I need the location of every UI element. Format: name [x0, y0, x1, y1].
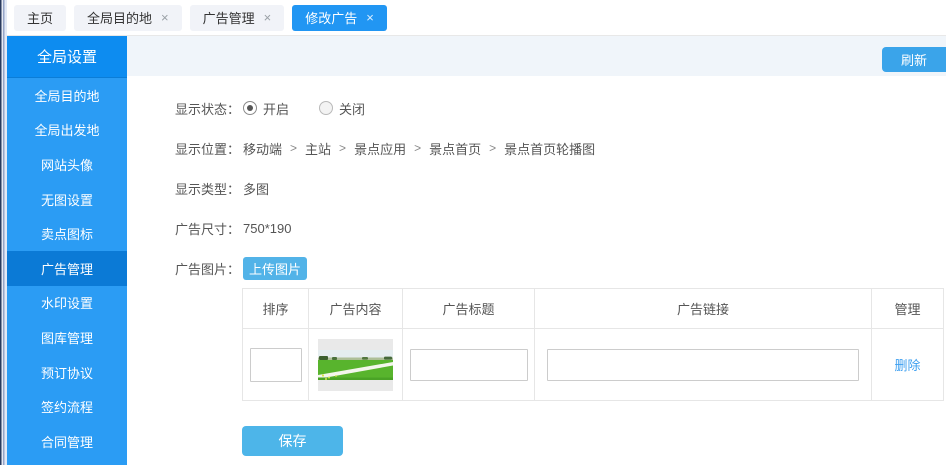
ad-items-table: 排序 广告内容 广告标题 广告链接 管理 [242, 288, 944, 401]
ad-link-input[interactable] [547, 349, 859, 381]
column-header-sort: 排序 [243, 289, 309, 329]
sidebar-item-global-destination[interactable]: 全局目的地 [7, 78, 127, 113]
sidebar-item-booking-agreement[interactable]: 预订协议 [7, 355, 127, 390]
edit-ad-form: 显示状态： 开启 关闭 显 [127, 76, 946, 456]
table-header-row: 排序 广告内容 广告标题 广告链接 管理 [243, 289, 944, 329]
radio-status-off[interactable]: 关闭 [319, 99, 365, 118]
grass-field-image [318, 350, 393, 380]
sidebar-item-global-departure[interactable]: 全局出发地 [7, 113, 127, 148]
sidebar-item-sellpoint-icons[interactable]: 卖点图标 [7, 216, 127, 251]
radio-selected-icon[interactable] [243, 101, 257, 115]
delete-link[interactable]: 删除 [894, 358, 920, 373]
table-row: 删除 [243, 329, 944, 401]
sort-input[interactable] [250, 348, 302, 382]
close-icon[interactable]: × [366, 11, 374, 24]
image-label: 广告图片： [175, 259, 243, 278]
breadcrumb-item: 景点首页 [429, 139, 481, 158]
tab-home[interactable]: 主页 [14, 5, 66, 31]
type-label: 显示类型： [175, 179, 243, 198]
column-header-title: 广告标题 [403, 289, 535, 329]
ad-thumbnail[interactable] [318, 339, 393, 391]
form-row-image: 广告图片： 上传图片 [175, 248, 946, 288]
type-value: 多图 [243, 179, 269, 198]
column-header-manage: 管理 [872, 289, 944, 329]
tab-label: 主页 [27, 8, 53, 27]
column-header-link: 广告链接 [535, 289, 872, 329]
sidebar-item-gallery-management[interactable]: 图库管理 [7, 320, 127, 355]
size-label: 广告尺寸： [175, 219, 243, 238]
form-row-status: 显示状态： 开启 关闭 [175, 88, 946, 128]
tab-label: 广告管理 [203, 8, 255, 27]
radio-label: 关闭 [339, 99, 365, 118]
sidebar-item-noimage-settings[interactable]: 无图设置 [7, 182, 127, 217]
chevron-separator: > [339, 141, 346, 155]
chevron-separator: > [489, 141, 496, 155]
app-window: 主页 全局目的地 × 广告管理 × 修改广告 × 全局设置 全局目的地 全局出发… [0, 0, 946, 465]
page-body: 全局设置 全局目的地 全局出发地 网站头像 无图设置 卖点图标 广告管理 水印设… [7, 36, 946, 465]
sidebar-item-site-avatar[interactable]: 网站头像 [7, 147, 127, 182]
column-header-content: 广告内容 [309, 289, 403, 329]
form-row-type: 显示类型： 多图 [175, 168, 946, 208]
breadcrumb-item: 景点应用 [354, 139, 406, 158]
breadcrumb-item: 移动端 [243, 139, 282, 158]
window-edge-strip [0, 0, 7, 465]
breadcrumb: 移动端 > 主站 > 景点应用 > 景点首页 > 景点首页轮播图 [243, 139, 595, 158]
sidebar-header: 全局设置 [7, 36, 127, 78]
ad-title-input[interactable] [410, 349, 528, 381]
radio-unselected-icon[interactable] [319, 101, 333, 115]
content-area: 刷新 显示状态： 开启 关闭 [127, 36, 946, 465]
sidebar-item-watermark-settings[interactable]: 水印设置 [7, 286, 127, 321]
form-row-size: 广告尺寸： 750*190 [175, 208, 946, 248]
upload-image-button[interactable]: 上传图片 [243, 257, 307, 280]
radio-label: 开启 [263, 99, 289, 118]
breadcrumb-item: 景点首页轮播图 [504, 139, 595, 158]
tab-bar: 主页 全局目的地 × 广告管理 × 修改广告 × [7, 0, 946, 36]
close-icon[interactable]: × [264, 11, 272, 24]
sidebar: 全局设置 全局目的地 全局出发地 网站头像 无图设置 卖点图标 广告管理 水印设… [7, 36, 127, 465]
save-button[interactable]: 保存 [242, 426, 343, 456]
content-header-band: 刷新 [127, 36, 946, 76]
chevron-separator: > [414, 141, 421, 155]
tab-edit-ad[interactable]: 修改广告 × [292, 5, 387, 31]
sidebar-item-ad-management[interactable]: 广告管理 [7, 251, 127, 286]
radio-status-on[interactable]: 开启 [243, 99, 289, 118]
tab-ad-management[interactable]: 广告管理 × [190, 5, 285, 31]
status-label: 显示状态： [175, 99, 243, 118]
close-icon[interactable]: × [161, 11, 169, 24]
sidebar-item-contract-management[interactable]: 合同管理 [7, 424, 127, 459]
position-label: 显示位置： [175, 139, 243, 158]
size-value: 750*190 [243, 221, 291, 236]
main-column: 主页 全局目的地 × 广告管理 × 修改广告 × 全局设置 全局目的地 全局出发… [7, 0, 946, 465]
refresh-button[interactable]: 刷新 [882, 47, 946, 72]
breadcrumb-item: 主站 [305, 139, 331, 158]
tab-global-destination[interactable]: 全局目的地 × [74, 5, 182, 31]
sidebar-item-signing-process[interactable]: 签约流程 [7, 389, 127, 424]
tab-label: 全局目的地 [87, 8, 152, 27]
tab-label: 修改广告 [305, 8, 357, 27]
form-row-position: 显示位置： 移动端 > 主站 > 景点应用 > 景点首页 > 景点首页轮播图 [175, 128, 946, 168]
chevron-separator: > [290, 141, 297, 155]
